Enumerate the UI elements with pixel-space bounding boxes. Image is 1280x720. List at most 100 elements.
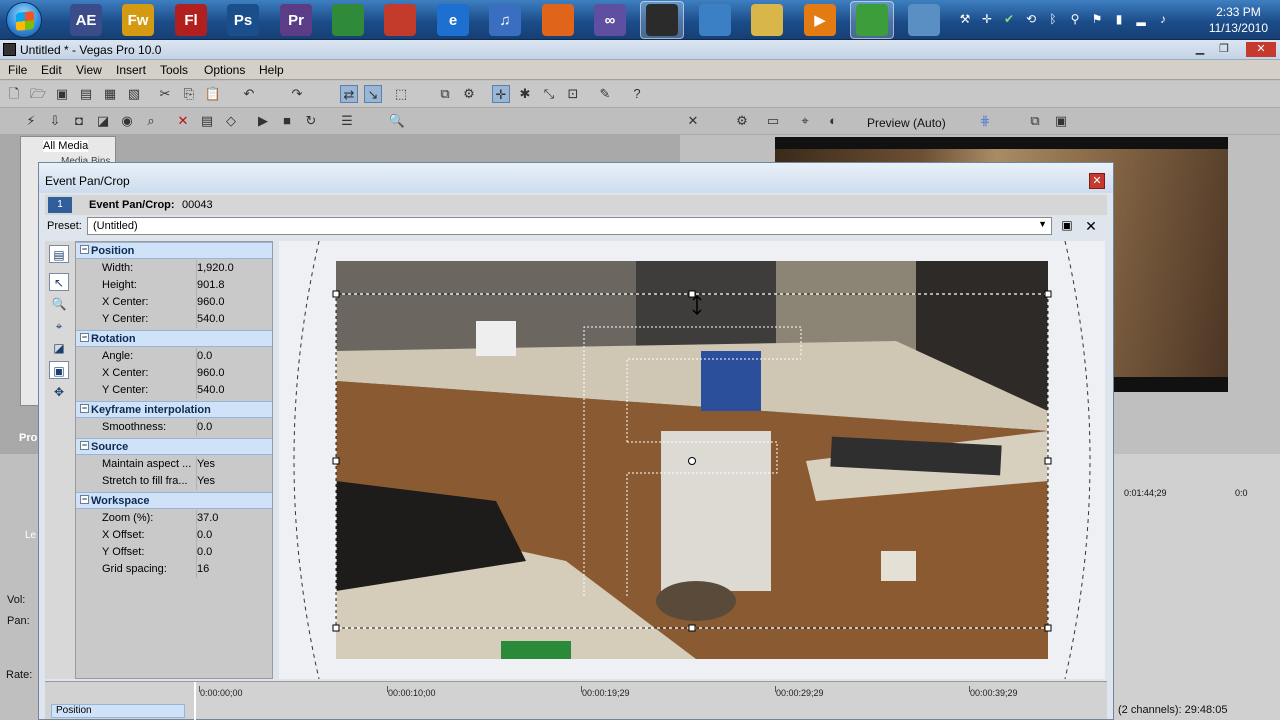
external-monitor-icon[interactable]: ▭	[764, 112, 782, 130]
flash-icon[interactable]: Fl	[175, 4, 207, 36]
section-keyframe-interpolation[interactable]: − Keyframe interpolation	[76, 401, 272, 418]
auto-ripple-icon[interactable]: ⧉	[436, 85, 454, 103]
preview-fx-icon[interactable]: ⌖	[796, 112, 814, 130]
dialog-close-button[interactable]: ✕	[1089, 173, 1105, 189]
menu-insert[interactable]: Insert	[116, 63, 146, 77]
enable-snapping-icon[interactable]: ⌖	[49, 317, 69, 335]
collapse-icon[interactable]: −	[80, 404, 89, 413]
itunes-icon[interactable]: ♫	[489, 4, 521, 36]
properties-icon[interactable]: ▧	[125, 85, 143, 103]
capture-icon[interactable]: ◘	[70, 112, 88, 130]
save-snapshot-icon[interactable]: ▣	[1052, 112, 1070, 130]
property-row[interactable]: Y Offset: 0.0	[76, 544, 272, 561]
property-value[interactable]: 37.0	[196, 510, 272, 527]
fireworks-icon[interactable]: Fw	[122, 4, 154, 36]
paste-icon[interactable]: 📋	[204, 85, 222, 103]
project-media-tab[interactable]: Pro	[19, 432, 37, 444]
track-name[interactable]: Le	[25, 530, 36, 541]
property-row[interactable]: X Offset: 0.0	[76, 527, 272, 544]
open-folder-icon[interactable]: 🗁	[29, 85, 47, 103]
preset-dropdown[interactable]: (Untitled) ▼	[87, 217, 1052, 235]
collapse-icon[interactable]: −	[80, 333, 89, 342]
explorer-icon[interactable]	[908, 4, 940, 36]
photoshop-icon[interactable]: Ps	[227, 4, 259, 36]
property-value[interactable]: 901.8	[196, 277, 272, 294]
messenger-icon[interactable]	[856, 4, 888, 36]
internet-explorer-icon[interactable]: e	[437, 4, 469, 36]
firefox-icon[interactable]	[542, 4, 574, 36]
panel-close-icon[interactable]: ✕	[684, 112, 702, 130]
zoom-icon[interactable]: ⊡	[564, 85, 582, 103]
volume-icon[interactable]: ♪	[1156, 12, 1170, 26]
delete-preset-icon[interactable]: ✕	[1083, 218, 1099, 234]
views-icon[interactable]: ☰	[338, 112, 356, 130]
start-button[interactable]	[6, 2, 42, 38]
clock[interactable]: 2:33 PM 11/13/2010	[1209, 4, 1268, 36]
ccleaner-icon[interactable]	[384, 4, 416, 36]
undo-icon[interactable]: ↶	[240, 85, 258, 103]
property-value[interactable]: 0.0	[196, 348, 272, 365]
video-preview-settings-icon[interactable]: ⚙	[733, 112, 751, 130]
property-value[interactable]: Yes	[196, 456, 272, 473]
auto-preview-icon[interactable]: ↻	[302, 112, 320, 130]
property-row[interactable]: Grid spacing: 16	[76, 561, 272, 578]
signal-icon[interactable]: ▂	[1134, 12, 1148, 26]
collapse-icon[interactable]: −	[80, 245, 89, 254]
lock-envelopes-icon[interactable]: ⚙	[460, 85, 478, 103]
show-properties-icon[interactable]: ▤	[49, 245, 69, 263]
property-value[interactable]: 540.0	[196, 311, 272, 328]
battery-icon[interactable]: ▮	[1112, 12, 1126, 26]
section-workspace[interactable]: − Workspace	[76, 492, 272, 509]
property-row[interactable]: X Center: 960.0	[76, 365, 272, 382]
property-value[interactable]: 16	[196, 561, 272, 578]
maximize-button[interactable]: ❐	[1212, 42, 1236, 57]
minimize-button[interactable]: ▁	[1188, 42, 1212, 57]
tray-sync-icon[interactable]: ⟲	[1024, 12, 1038, 26]
overlays-grid-icon[interactable]: ⋕	[976, 112, 994, 130]
property-value[interactable]: 1,920.0	[196, 260, 272, 277]
move-freely-icon[interactable]: ✥	[49, 383, 69, 401]
collapse-icon[interactable]: −	[80, 441, 89, 450]
save-preset-icon[interactable]: ▣	[1059, 218, 1075, 234]
media-tags-icon[interactable]: ◇	[222, 112, 240, 130]
property-row[interactable]: Y Center: 540.0	[76, 311, 272, 328]
section-source[interactable]: − Source	[76, 438, 272, 455]
all-media-node[interactable]: All Media	[43, 140, 89, 152]
property-value[interactable]: 960.0	[196, 294, 272, 311]
property-row[interactable]: Smoothness: 0.0	[76, 419, 272, 436]
script-icon[interactable]: ✎	[596, 85, 614, 103]
media-fx-icon[interactable]: ▤	[198, 112, 216, 130]
keyframe-timeline[interactable]: 0:00:00;00 00:00:10;00 00:00:19;29 00:00:29…	[45, 681, 1107, 720]
property-row[interactable]: Y Center: 540.0	[76, 382, 272, 399]
lock-aspect-icon[interactable]: ◪	[49, 339, 69, 357]
section-position[interactable]: − Position	[76, 242, 272, 259]
property-row[interactable]: Height: 901.8	[76, 277, 272, 294]
menu-edit[interactable]: Edit	[41, 63, 62, 77]
save-as-icon[interactable]: ▤	[77, 85, 95, 103]
property-value[interactable]: 0.0	[196, 527, 272, 544]
tray-check-icon[interactable]: ✔	[1002, 12, 1016, 26]
new-project-icon[interactable]: 🗋	[5, 85, 23, 103]
play-icon[interactable]: ▶	[254, 112, 272, 130]
flag-icon[interactable]: ⚑	[1090, 12, 1104, 26]
chrome-icon[interactable]	[332, 4, 364, 36]
delete-icon[interactable]: ✕	[174, 112, 192, 130]
media-player-icon[interactable]: ▶	[804, 4, 836, 36]
scale-about-center-icon[interactable]: ▣	[49, 361, 69, 379]
section-rotation[interactable]: − Rotation	[76, 330, 272, 347]
property-row[interactable]: X Center: 960.0	[76, 294, 272, 311]
help-pointer-icon[interactable]: ?	[628, 85, 646, 103]
preview-quality-dropdown[interactable]: Preview (Auto)	[867, 116, 946, 130]
property-value[interactable]: 960.0	[196, 365, 272, 382]
after-effects-icon[interactable]: AE	[70, 4, 102, 36]
zoom-select-icon[interactable]: ⤡	[540, 85, 558, 103]
property-value[interactable]: 540.0	[196, 382, 272, 399]
normal-edit-tool-icon[interactable]: ⇄	[340, 85, 358, 103]
folder-icon[interactable]	[751, 4, 783, 36]
magnify-icon[interactable]: 🔍	[388, 112, 406, 130]
bluetooth-icon[interactable]: ᛒ	[1046, 12, 1060, 26]
import-media-icon[interactable]: ⇩	[46, 112, 64, 130]
web-icon[interactable]: ◉	[118, 112, 136, 130]
auto-crossfade-icon[interactable]: ✱	[516, 85, 534, 103]
menu-file[interactable]: File	[8, 63, 27, 77]
